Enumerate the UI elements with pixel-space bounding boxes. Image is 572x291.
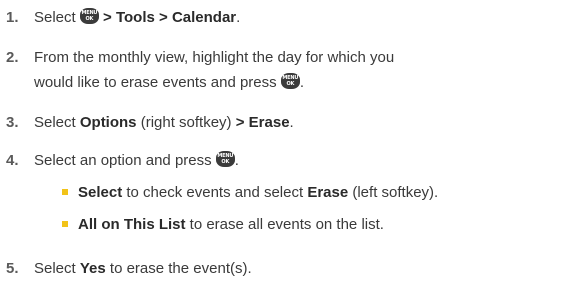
erase-path: > Erase (235, 114, 290, 131)
bullet-text-mid: to check events and select (122, 184, 308, 201)
step-2: 2. From the monthly view, highlight the … (6, 45, 566, 95)
bullet-square-icon (62, 221, 68, 227)
step-text-pre: Select (34, 114, 80, 131)
step-text: Select an option and press MENU OK. (34, 148, 239, 173)
step-number: 5. (6, 260, 19, 277)
bullet-text-post: to erase all events on the list. (185, 216, 384, 233)
key-label-bottom: OK (85, 16, 94, 22)
step-text-line-1: From the monthly view, highlight the day… (34, 49, 395, 66)
options-label: Options (79, 114, 137, 131)
menu-ok-key-icon: MENU OK (215, 151, 235, 167)
step-text-post: . (236, 9, 241, 26)
key-label-bottom: OK (286, 81, 295, 87)
menu-ok-key-icon: MENU OK (280, 73, 300, 89)
step-text-line-2: would like to erase events and press MEN… (34, 70, 304, 95)
step-number: 1. (6, 9, 19, 26)
step-number: 2. (6, 49, 19, 66)
step-number: 4. (6, 152, 19, 169)
step-text-post: to erase the event(s). (105, 260, 252, 277)
yes-label: Yes (79, 260, 106, 277)
step-text-pre: Select (34, 9, 76, 26)
step-text: Select MENU OK > Tools > Calendar. (34, 5, 240, 30)
menu-path: > Tools > Calendar (98, 9, 237, 26)
step-number: 3. (6, 114, 19, 131)
bullet-term: All on This List (78, 216, 186, 233)
key-label-bottom: OK (221, 159, 230, 165)
bullet-text: All on This List to erase all events on … (78, 212, 384, 237)
step-text-post: . (234, 152, 239, 169)
bullet-text-post: (left softkey). (348, 184, 439, 201)
bullet-square-icon (62, 189, 68, 195)
step-text-post: . (289, 114, 294, 131)
step-text: Select Options (right softkey) > Erase. (34, 110, 294, 135)
instructions-document: 1. Select MENU OK > Tools > Calendar. 2. … (0, 0, 572, 291)
step-text-pre: would like to erase events and press (34, 74, 277, 91)
step-text: Select Yes to erase the event(s). (34, 256, 252, 281)
step-text-post: . (299, 74, 304, 91)
step-text-pre: Select (34, 260, 80, 277)
bullet-term-2: Erase (307, 184, 349, 201)
menu-ok-key-icon: MENU OK (79, 8, 99, 24)
bullet-text: Select to check events and select Erase … (78, 180, 438, 205)
bullet-term: Select (78, 184, 123, 201)
step-text-pre: Select an option and press (34, 152, 212, 169)
step-text-mid: (right softkey) (136, 114, 236, 131)
